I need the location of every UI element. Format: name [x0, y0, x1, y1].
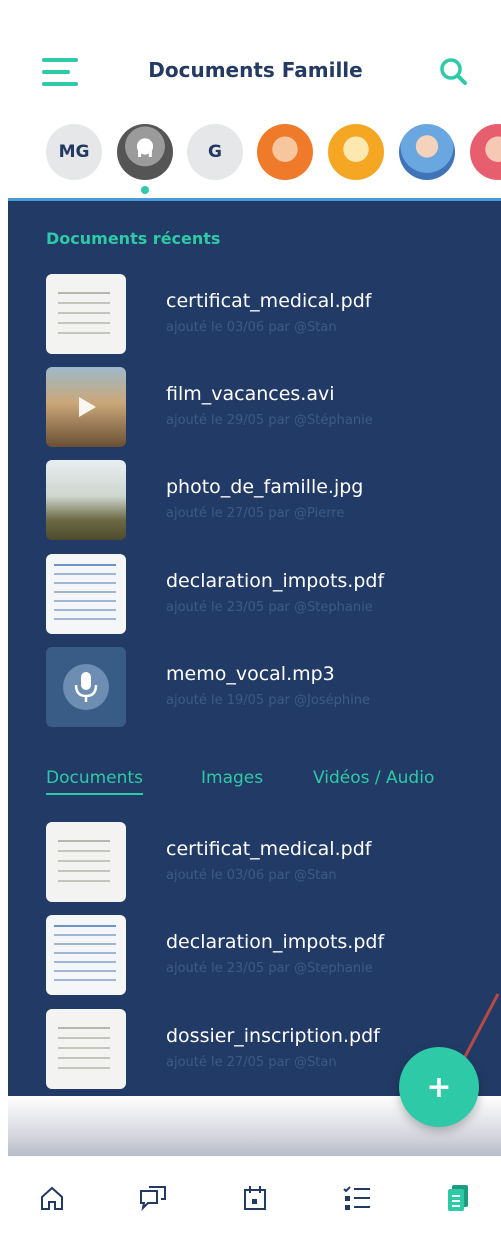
audio-thumbnail — [46, 647, 126, 727]
play-icon — [46, 367, 126, 447]
document-type-tabs: Documents Images Vidéos / Audio — [46, 768, 486, 798]
active-member-indicator — [141, 186, 149, 194]
document-item[interactable]: certificat_medical.pdf ajouté le 03/06 p… — [46, 822, 486, 904]
recent-doc-item[interactable]: photo_de_famille.jpg ajouté le 27/05 par… — [46, 460, 486, 542]
recent-documents-title: Documents récents — [46, 229, 221, 248]
documents-panel: Documents récents certificat_medical.pdf… — [8, 198, 501, 1096]
video-thumbnail — [46, 367, 126, 447]
avatar-g[interactable]: G — [187, 124, 243, 180]
pdf-thumbnail — [46, 554, 126, 634]
doc-meta: ajouté le 03/06 par @Stan — [166, 868, 337, 883]
recent-doc-item[interactable]: film_vacances.avi ajouté le 29/05 par @S… — [46, 367, 486, 449]
doc-name: dossier_inscription.pdf — [166, 1025, 380, 1047]
doc-meta: ajouté le 03/06 par @Stan — [166, 320, 337, 335]
avatar-photo[interactable] — [470, 124, 501, 180]
photo-thumbnail — [46, 460, 126, 540]
pdf-thumbnail — [46, 1009, 126, 1089]
tab-videos-audio[interactable]: Vidéos / Audio — [313, 768, 434, 788]
checklist-icon[interactable] — [339, 1180, 375, 1216]
avatar-photo[interactable] — [399, 124, 455, 180]
doc-meta: ajouté le 27/05 par @Pierre — [166, 506, 345, 521]
document-item[interactable]: declaration_impots.pdf ajouté le 23/05 p… — [46, 915, 486, 997]
pdf-thumbnail — [46, 915, 126, 995]
microphone-icon — [46, 647, 126, 727]
avatar-photo[interactable] — [328, 124, 384, 180]
search-icon[interactable] — [438, 56, 468, 86]
bottom-navigation — [0, 1160, 501, 1244]
recent-doc-item[interactable]: declaration_impots.pdf ajouté le 23/05 p… — [46, 554, 486, 636]
doc-meta: ajouté le 27/05 par @Stan — [166, 1055, 337, 1070]
avatar-m[interactable]: M — [117, 124, 173, 180]
recent-doc-item[interactable]: memo_vocal.mp3 ajouté le 19/05 par @José… — [46, 647, 486, 729]
doc-name: memo_vocal.mp3 — [166, 663, 335, 685]
doc-meta: ajouté le 29/05 par @Stéphanie — [166, 413, 373, 428]
doc-name: film_vacances.avi — [166, 383, 335, 405]
calendar-icon[interactable] — [237, 1180, 273, 1216]
pdf-thumbnail — [46, 822, 126, 902]
doc-name: photo_de_famille.jpg — [166, 476, 364, 498]
recent-doc-item[interactable]: certificat_medical.pdf ajouté le 03/06 p… — [46, 274, 486, 356]
tab-documents[interactable]: Documents — [46, 768, 143, 795]
chat-icon[interactable] — [135, 1180, 171, 1216]
avatar-photo[interactable] — [257, 124, 313, 180]
header: Documents Famille MG M G — [0, 0, 501, 200]
doc-meta: ajouté le 19/05 par @Joséphine — [166, 693, 370, 708]
doc-name: certificat_medical.pdf — [166, 290, 372, 312]
doc-meta: ajouté le 23/05 par @Stephanie — [166, 961, 373, 976]
doc-name: certificat_medical.pdf — [166, 838, 372, 860]
documents-icon[interactable] — [440, 1180, 476, 1216]
doc-name: declaration_impots.pdf — [166, 931, 385, 953]
tab-images[interactable]: Images — [201, 768, 263, 788]
add-document-button[interactable]: + — [399, 1047, 479, 1127]
doc-name: declaration_impots.pdf — [166, 570, 385, 592]
avatar-mg[interactable]: MG — [46, 124, 102, 180]
doc-meta: ajouté le 23/05 par @Stephanie — [166, 600, 373, 615]
member-avatar-bar: MG M G — [0, 124, 501, 184]
home-icon[interactable] — [34, 1180, 70, 1216]
page-title: Documents Famille — [148, 58, 363, 82]
pdf-thumbnail — [46, 274, 126, 354]
